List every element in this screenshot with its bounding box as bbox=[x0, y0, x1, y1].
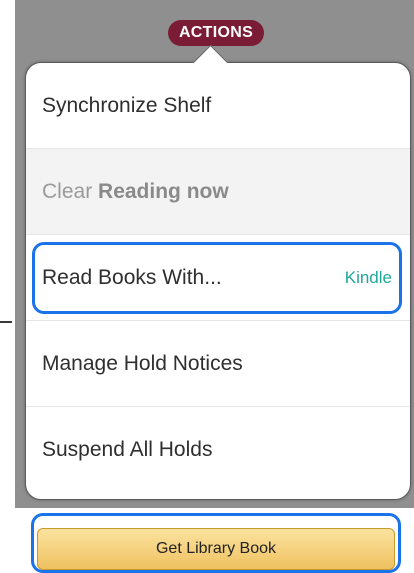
menu-item-label-prefix: Clear bbox=[42, 179, 99, 203]
read-books-with-value: Kindle bbox=[344, 267, 392, 287]
actions-tab[interactable]: ACTIONS bbox=[168, 20, 264, 46]
menu-item-label: Synchronize Shelf bbox=[42, 93, 212, 117]
menu-item-label-bold: Reading now bbox=[98, 179, 229, 203]
menu-item-label: Read Books With... bbox=[42, 265, 222, 289]
menu-item-label: Clear Reading now bbox=[42, 180, 229, 204]
menu-item-synchronize-shelf[interactable]: Synchronize Shelf bbox=[26, 63, 410, 149]
menu-item-manage-hold-notices[interactable]: Manage Hold Notices bbox=[26, 321, 410, 407]
menu-item-label: Suspend All Holds bbox=[42, 438, 213, 461]
get-library-book-button[interactable]: Get Library Book bbox=[37, 528, 395, 570]
menu-item-read-books-with[interactable]: Read Books With... Kindle bbox=[26, 235, 410, 321]
pointer-tick bbox=[0, 321, 12, 323]
menu-item-label: Manage Hold Notices bbox=[42, 351, 243, 375]
menu-item-suspend-all-holds[interactable]: Suspend All Holds bbox=[26, 407, 410, 493]
screen: ACTIONS Synchronize Shelf Clear Reading … bbox=[0, 0, 414, 573]
menu-item-clear-reading-now: Clear Reading now bbox=[26, 149, 410, 235]
actions-popover-menu: Synchronize Shelf Clear Reading now Read… bbox=[25, 62, 411, 500]
